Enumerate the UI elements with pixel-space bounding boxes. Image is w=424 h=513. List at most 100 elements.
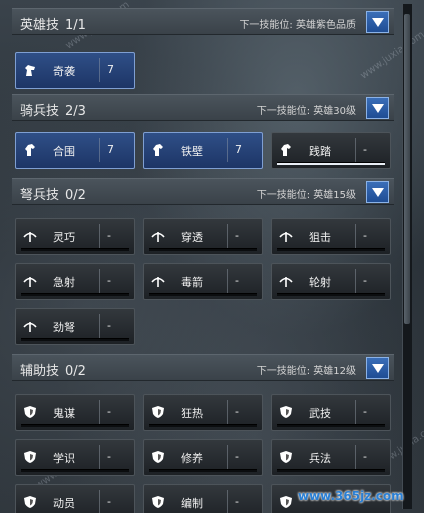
skill-progress-bar [277,424,385,427]
shield-icon [280,406,292,418]
skill-level: - [107,274,111,287]
section-title-text: 骑兵技 [20,104,60,119]
divider [355,269,356,293]
site-watermark: www.365jz.com [298,489,404,503]
divider [99,490,100,513]
skill-name: 毒箭 [181,276,203,289]
chevron-down-icon [372,188,384,197]
skill-slot-chuantou[interactable]: 穿透 - [143,218,263,255]
skill-slot-guimou[interactable]: 鬼谋 - [15,394,135,431]
section-header-hero: 英雄技 1/1 下一技能位: 英雄紫色品质 [12,8,394,35]
expand-dropdown-button[interactable] [366,97,389,119]
skill-slot-jingnu[interactable]: 劲弩 - [15,308,135,345]
skill-slot-jianta[interactable]: 践踏 - [271,132,391,169]
horse-icon [25,65,35,76]
skill-level: - [107,319,111,332]
skill-progress-bar [277,248,385,251]
skill-slot-bingfa[interactable]: 兵法 - [271,439,391,476]
crossbow-icon [151,232,165,242]
skill-slot-juji[interactable]: 狙击 - [271,218,391,255]
crossbow-icon [23,322,37,332]
divider [99,269,100,293]
section-title: 骑兵技 2/3 [20,100,86,119]
expand-dropdown-button[interactable] [366,11,389,33]
expand-dropdown-button[interactable] [366,357,389,379]
skill-progress-bar [21,424,129,427]
skill-slot-lunshe[interactable]: 轮射 - [271,263,391,300]
skill-level: - [363,405,367,418]
skill-level: - [235,495,239,508]
section-header-support: 辅助技 0/2 下一技能位: 英雄12级 [12,354,394,381]
crossbow-icon [151,277,165,287]
crossbow-icon [279,232,293,242]
divider [227,445,228,469]
skill-level: - [107,450,111,463]
skill-slot-dongyuan[interactable]: 动员 - [15,484,135,513]
skill-progress-bar [21,293,129,296]
skill-slot-bianzhi[interactable]: 编制 - [143,484,263,513]
skill-name: 铁壁 [181,145,203,158]
skill-level: - [363,450,367,463]
divider [99,224,100,248]
skill-slot-kuangre[interactable]: 狂热 - [143,394,263,431]
skill-slot-dujian[interactable]: 毒箭 - [143,263,263,300]
divider [99,400,100,424]
skill-name: 践踏 [309,145,331,158]
divider [227,490,228,513]
chevron-down-icon [372,104,384,113]
section-header-crossbow: 弩兵技 0/2 下一技能位: 英雄15级 [12,178,394,205]
skill-name: 劲弩 [53,321,75,334]
skill-level: 7 [107,143,114,156]
skill-progress-bar [149,469,257,472]
shield-icon [24,406,36,418]
skill-slot-xiuyang[interactable]: 修养 - [143,439,263,476]
watermark: www.juxia.com [358,29,424,82]
skill-slot-hewei[interactable]: 合围 7 [15,132,135,169]
scrollbar-thumb[interactable] [404,14,410,324]
skill-level: - [363,229,367,242]
skill-slot-qixi[interactable]: 奇袭 7 [15,52,135,89]
divider [355,400,356,424]
skill-level: - [363,143,367,156]
expand-dropdown-button[interactable] [366,181,389,203]
skill-slot-wuji[interactable]: 武技 - [271,394,391,431]
crossbow-icon [279,277,293,287]
skill-name: 武技 [309,407,331,420]
divider [355,138,356,162]
skill-level: - [107,495,111,508]
divider [227,138,228,162]
next-slot-requirement: 下一技能位: 英雄12级 [256,366,356,377]
skill-level: - [107,229,111,242]
skill-slot-tiebi[interactable]: 铁壁 7 [143,132,263,169]
divider [355,224,356,248]
section-title: 英雄技 1/1 [20,14,86,33]
shield-icon [24,496,36,508]
next-slot-requirement: 下一技能位: 英雄15级 [256,190,356,201]
divider [355,445,356,469]
skill-name: 鬼谋 [53,407,75,420]
divider [99,445,100,469]
next-slot-requirement: 下一技能位: 英雄紫色品质 [239,20,356,31]
shield-icon [152,451,164,463]
skill-name: 穿透 [181,231,203,244]
section-title-text: 辅助技 [20,364,60,379]
skill-name: 兵法 [309,452,331,465]
slot-count: 0/2 [65,188,86,203]
skill-name: 编制 [181,497,203,510]
skill-level: - [235,229,239,242]
horse-head-icon [281,144,291,156]
skill-name: 动员 [53,497,75,510]
skill-progress-bar [277,162,385,165]
horse-head-icon [153,144,163,156]
skill-progress-bar [149,424,257,427]
skill-slot-xueshi[interactable]: 学识 - [15,439,135,476]
shield-icon [152,496,164,508]
section-title-text: 弩兵技 [20,188,60,203]
skill-slot-jishe[interactable]: 急射 - [15,263,135,300]
skill-slot-lingqiao[interactable]: 灵巧 - [15,218,135,255]
next-slot-requirement: 下一技能位: 英雄30级 [256,106,356,117]
divider [99,58,100,82]
skill-progress-bar [277,293,385,296]
divider [227,400,228,424]
skill-name: 学识 [53,452,75,465]
